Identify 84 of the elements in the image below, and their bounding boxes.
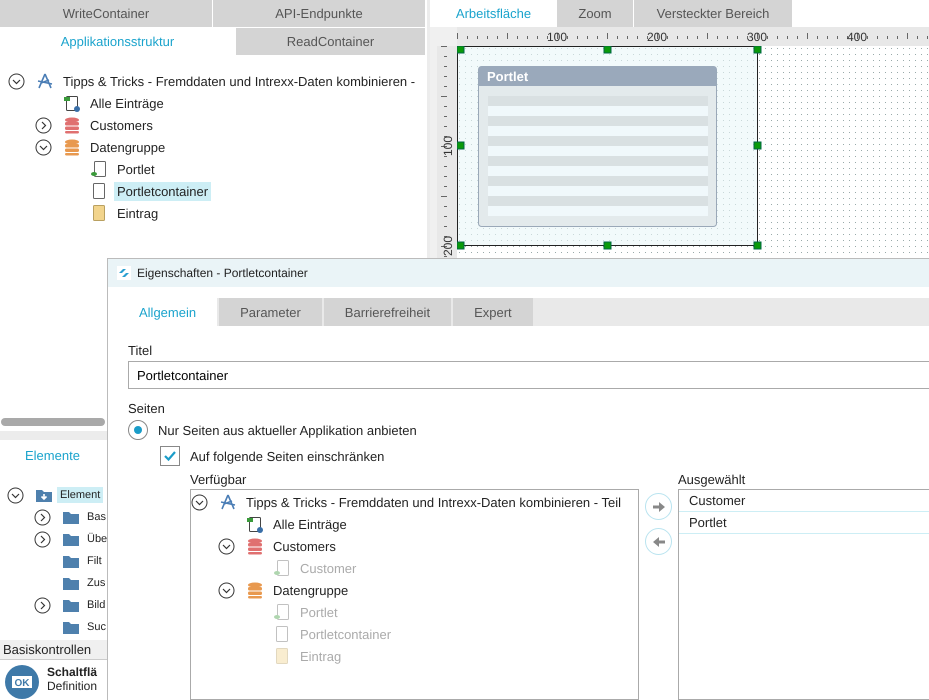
section-label: Seiten: [128, 401, 165, 416]
page-icon: [273, 625, 291, 643]
tree-item[interactable]: Portletcontainer: [114, 182, 212, 200]
list-label: Verfügbar: [190, 472, 248, 487]
right-arrow-icon: [652, 500, 666, 512]
tab[interactable]: Barrierefreiheit: [324, 298, 452, 326]
tab[interactable]: Parameter: [219, 298, 322, 326]
remove-button[interactable]: [645, 528, 672, 555]
tree-item[interactable]: Tipps & Tricks - Fremddaten und Intrexx-Daten kombinieren - Teil: [243, 492, 624, 512]
tree-item[interactable]: Übe: [87, 531, 108, 547]
tab[interactable]: ReadContainer: [236, 28, 425, 55]
tree-item[interactable]: Datengruppe: [270, 580, 352, 600]
tree-item[interactable]: Tipps & Tricks - Fremddaten und Intrexx-Daten kombinieren -: [60, 72, 418, 90]
tree-item[interactable]: Element: [57, 487, 104, 503]
collapse-toggle-icon[interactable]: [7, 486, 24, 504]
collapse-toggle-icon[interactable]: [191, 494, 208, 510]
left-arrow-icon: [652, 536, 666, 548]
tree-item[interactable]: Customers: [270, 536, 339, 556]
tab[interactable]: Expert: [453, 298, 533, 326]
card-icon: [273, 647, 291, 665]
logo-icon: [117, 266, 131, 280]
ruler-label: 200: [441, 236, 455, 256]
tree-item[interactable]: Suc: [87, 619, 106, 635]
control-title: Schaltflä: [47, 665, 98, 679]
tree-item[interactable]: Eintrag: [114, 204, 162, 222]
tree-item[interactable]: Zus: [87, 575, 106, 591]
control-description: Definition: [47, 679, 98, 693]
collapse-toggle-icon[interactable]: [218, 582, 235, 598]
expand-toggle-icon[interactable]: [34, 530, 51, 548]
tree-item[interactable]: Customers: [87, 116, 156, 134]
tab[interactable]: Zoom: [557, 0, 633, 27]
tree-item[interactable]: Bild: [87, 597, 106, 613]
page-icon: [246, 515, 264, 533]
app-icon: [36, 72, 54, 90]
ruler-label: 200: [646, 30, 668, 44]
collapse-toggle-icon[interactable]: [35, 138, 52, 156]
expand-toggle-icon[interactable]: [34, 508, 51, 526]
page-icon: [273, 559, 291, 577]
tree-item[interactable]: Alle Einträge: [87, 94, 167, 112]
checkbox[interactable]: [160, 446, 180, 466]
list-label: Ausgewählt: [678, 472, 746, 487]
portlet-title: Portlet: [487, 69, 528, 84]
database-icon: [63, 116, 81, 134]
page-icon: [63, 94, 81, 112]
ruler-label: 300: [746, 30, 768, 44]
database-icon: [246, 581, 264, 599]
tree-item[interactable]: Portlet: [114, 160, 158, 178]
expand-toggle-icon[interactable]: [34, 596, 51, 614]
ruler-label: 100: [441, 136, 455, 156]
expand-toggle-icon[interactable]: [35, 116, 52, 134]
radio-button[interactable]: [128, 420, 148, 440]
collapse-toggle-icon[interactable]: [8, 72, 25, 90]
collapse-toggle-icon[interactable]: [218, 538, 235, 554]
database-icon: [246, 537, 264, 555]
portlet-preview[interactable]: [478, 66, 717, 227]
radio-label: Nur Seiten aus aktueller Applikation anbieten: [158, 422, 417, 438]
page-icon: [90, 160, 108, 178]
tab[interactable]: Versteckter Bereich: [634, 0, 792, 27]
resize-handle[interactable]: [604, 242, 612, 250]
list-item[interactable]: Portlet: [679, 512, 929, 534]
page-icon: [273, 603, 291, 621]
scrollbar[interactable]: [1, 418, 105, 426]
app-icon: [219, 493, 237, 511]
tab[interactable]: WriteContainer: [0, 0, 212, 27]
field-label: Titel: [128, 343, 152, 358]
input-field[interactable]: Portletcontainer: [128, 361, 929, 389]
page-icon: [90, 182, 108, 200]
list-item[interactable]: Customer: [679, 490, 929, 512]
tree-item[interactable]: Filt: [87, 553, 102, 569]
card-icon: [90, 204, 108, 222]
button-control-icon: OK: [5, 665, 39, 699]
checkbox-label: Auf folgende Seiten einschränken: [190, 448, 384, 464]
add-button[interactable]: [645, 493, 672, 520]
tree-item[interactable]: Bas: [87, 509, 106, 525]
ruler-label: 100: [546, 30, 568, 44]
tree-item[interactable]: Alle Einträge: [270, 514, 350, 534]
resize-handle[interactable]: [754, 242, 762, 250]
ruler-label: 400: [846, 30, 868, 44]
check-icon: [163, 450, 177, 462]
tree-item[interactable]: Datengruppe: [87, 138, 168, 156]
window-title: Eigenschaften - Portletcontainer: [137, 266, 308, 280]
resize-handle[interactable]: [754, 142, 762, 150]
database-icon: [63, 138, 81, 156]
tab[interactable]: API-Endpunkte: [213, 0, 425, 27]
